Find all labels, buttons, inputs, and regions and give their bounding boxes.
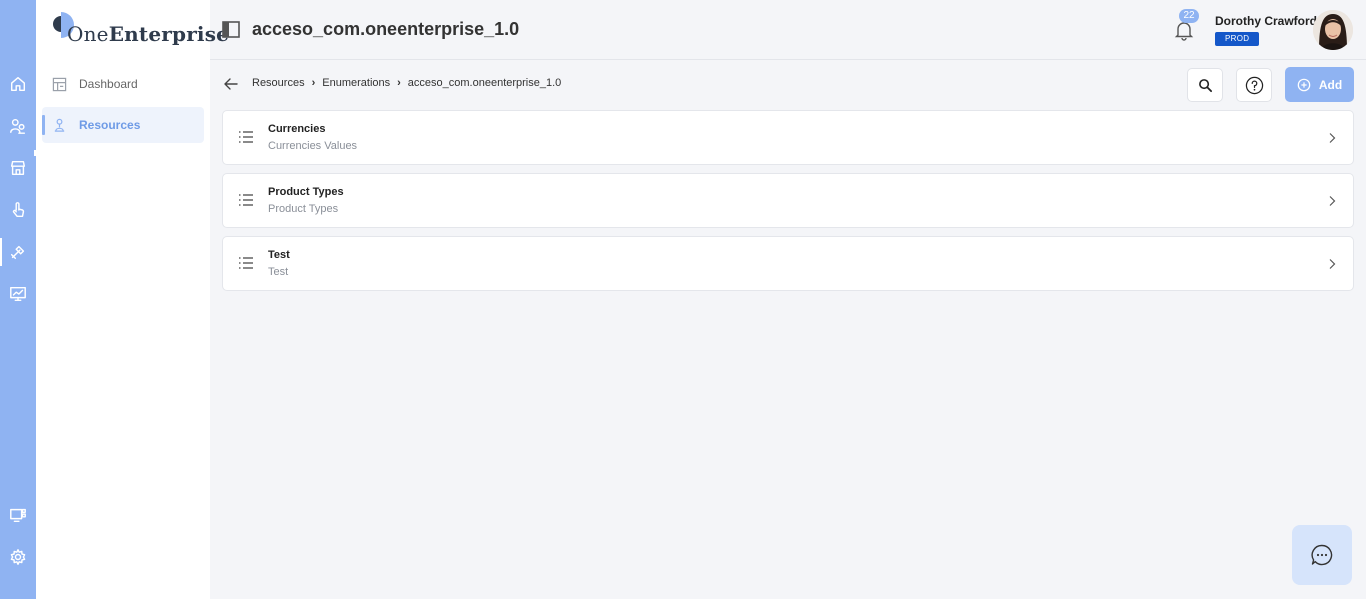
- back-arrow-icon[interactable]: [222, 75, 240, 93]
- plus-circle-icon: [1297, 78, 1311, 91]
- list-item-subtitle: Currencies Values: [268, 140, 358, 152]
- list-item-subtitle: Product Types: [268, 203, 339, 215]
- list-item[interactable]: Currencies Currencies Values: [222, 110, 1354, 165]
- breadcrumb-item-current: acceso_com.oneenterprise_1.0: [407, 77, 562, 89]
- panel-toggle-icon[interactable]: [222, 21, 240, 38]
- list-item[interactable]: Test Test: [222, 236, 1354, 291]
- sidebar-item-resources[interactable]: Resources: [42, 107, 204, 143]
- list-item-subtitle: Test: [268, 266, 289, 278]
- list-item-title: Product Types: [268, 186, 344, 198]
- sidebar-item-label: Resources: [79, 118, 141, 132]
- sidebar: OneEnterprise Dashboard Resources: [36, 0, 229, 599]
- users-icon[interactable]: [0, 108, 36, 144]
- page-title: acceso_com.oneenterprise_1.0: [252, 19, 520, 39]
- add-button[interactable]: Add: [1285, 67, 1354, 102]
- chat-button[interactable]: [1292, 525, 1352, 585]
- search-icon: [1198, 78, 1212, 92]
- list-item[interactable]: Product Types Product Types: [222, 173, 1354, 228]
- chevron-right-icon: ›: [397, 77, 401, 89]
- list-icon: [239, 194, 253, 206]
- logo-text: OneEnterprise: [67, 22, 230, 46]
- icon-rail: [0, 0, 37, 599]
- user-name[interactable]: Dorothy Crawford: [1215, 14, 1317, 28]
- touch-icon[interactable]: [0, 192, 36, 228]
- chevron-right-icon: [1329, 259, 1336, 269]
- breadcrumb-item-resources[interactable]: Resources: [252, 77, 305, 89]
- monitor-grid-icon[interactable]: [0, 497, 36, 533]
- resources-icon: [54, 118, 65, 132]
- breadcrumb-item-enumerations[interactable]: Enumerations: [322, 77, 390, 89]
- tools-icon[interactable]: [0, 234, 36, 270]
- top-header: acceso_com.oneenterprise_1.0 22 Dorothy …: [210, 0, 1366, 60]
- search-button[interactable]: [1187, 68, 1223, 102]
- store-icon[interactable]: [0, 150, 36, 186]
- avatar[interactable]: [1313, 10, 1353, 50]
- monitor-chart-icon[interactable]: [0, 276, 36, 312]
- help-circle-icon: [1245, 76, 1263, 94]
- list-icon: [239, 257, 253, 269]
- environment-badge: PROD: [1215, 32, 1260, 46]
- list-item-title: Currencies: [268, 123, 326, 135]
- chevron-right-icon: [1329, 133, 1336, 143]
- gear-icon[interactable]: [0, 539, 36, 575]
- list-icon: [239, 131, 253, 143]
- home-icon[interactable]: [0, 66, 36, 102]
- breadcrumb: Resources › Enumerations › acceso_com.on…: [252, 77, 561, 89]
- chevron-right-icon: [1329, 196, 1336, 206]
- add-button-label: Add: [1318, 77, 1343, 92]
- chat-bubble-icon: [1311, 544, 1333, 566]
- help-button[interactable]: [1236, 68, 1272, 102]
- chevron-right-icon: ›: [311, 77, 316, 89]
- sidebar-item-label: Dashboard: [79, 77, 138, 91]
- dashboard-icon: [52, 77, 67, 91]
- sidebar-item-dashboard[interactable]: Dashboard: [42, 66, 204, 102]
- notification-badge: 22: [1179, 9, 1199, 23]
- list-item-title: Test: [268, 249, 290, 261]
